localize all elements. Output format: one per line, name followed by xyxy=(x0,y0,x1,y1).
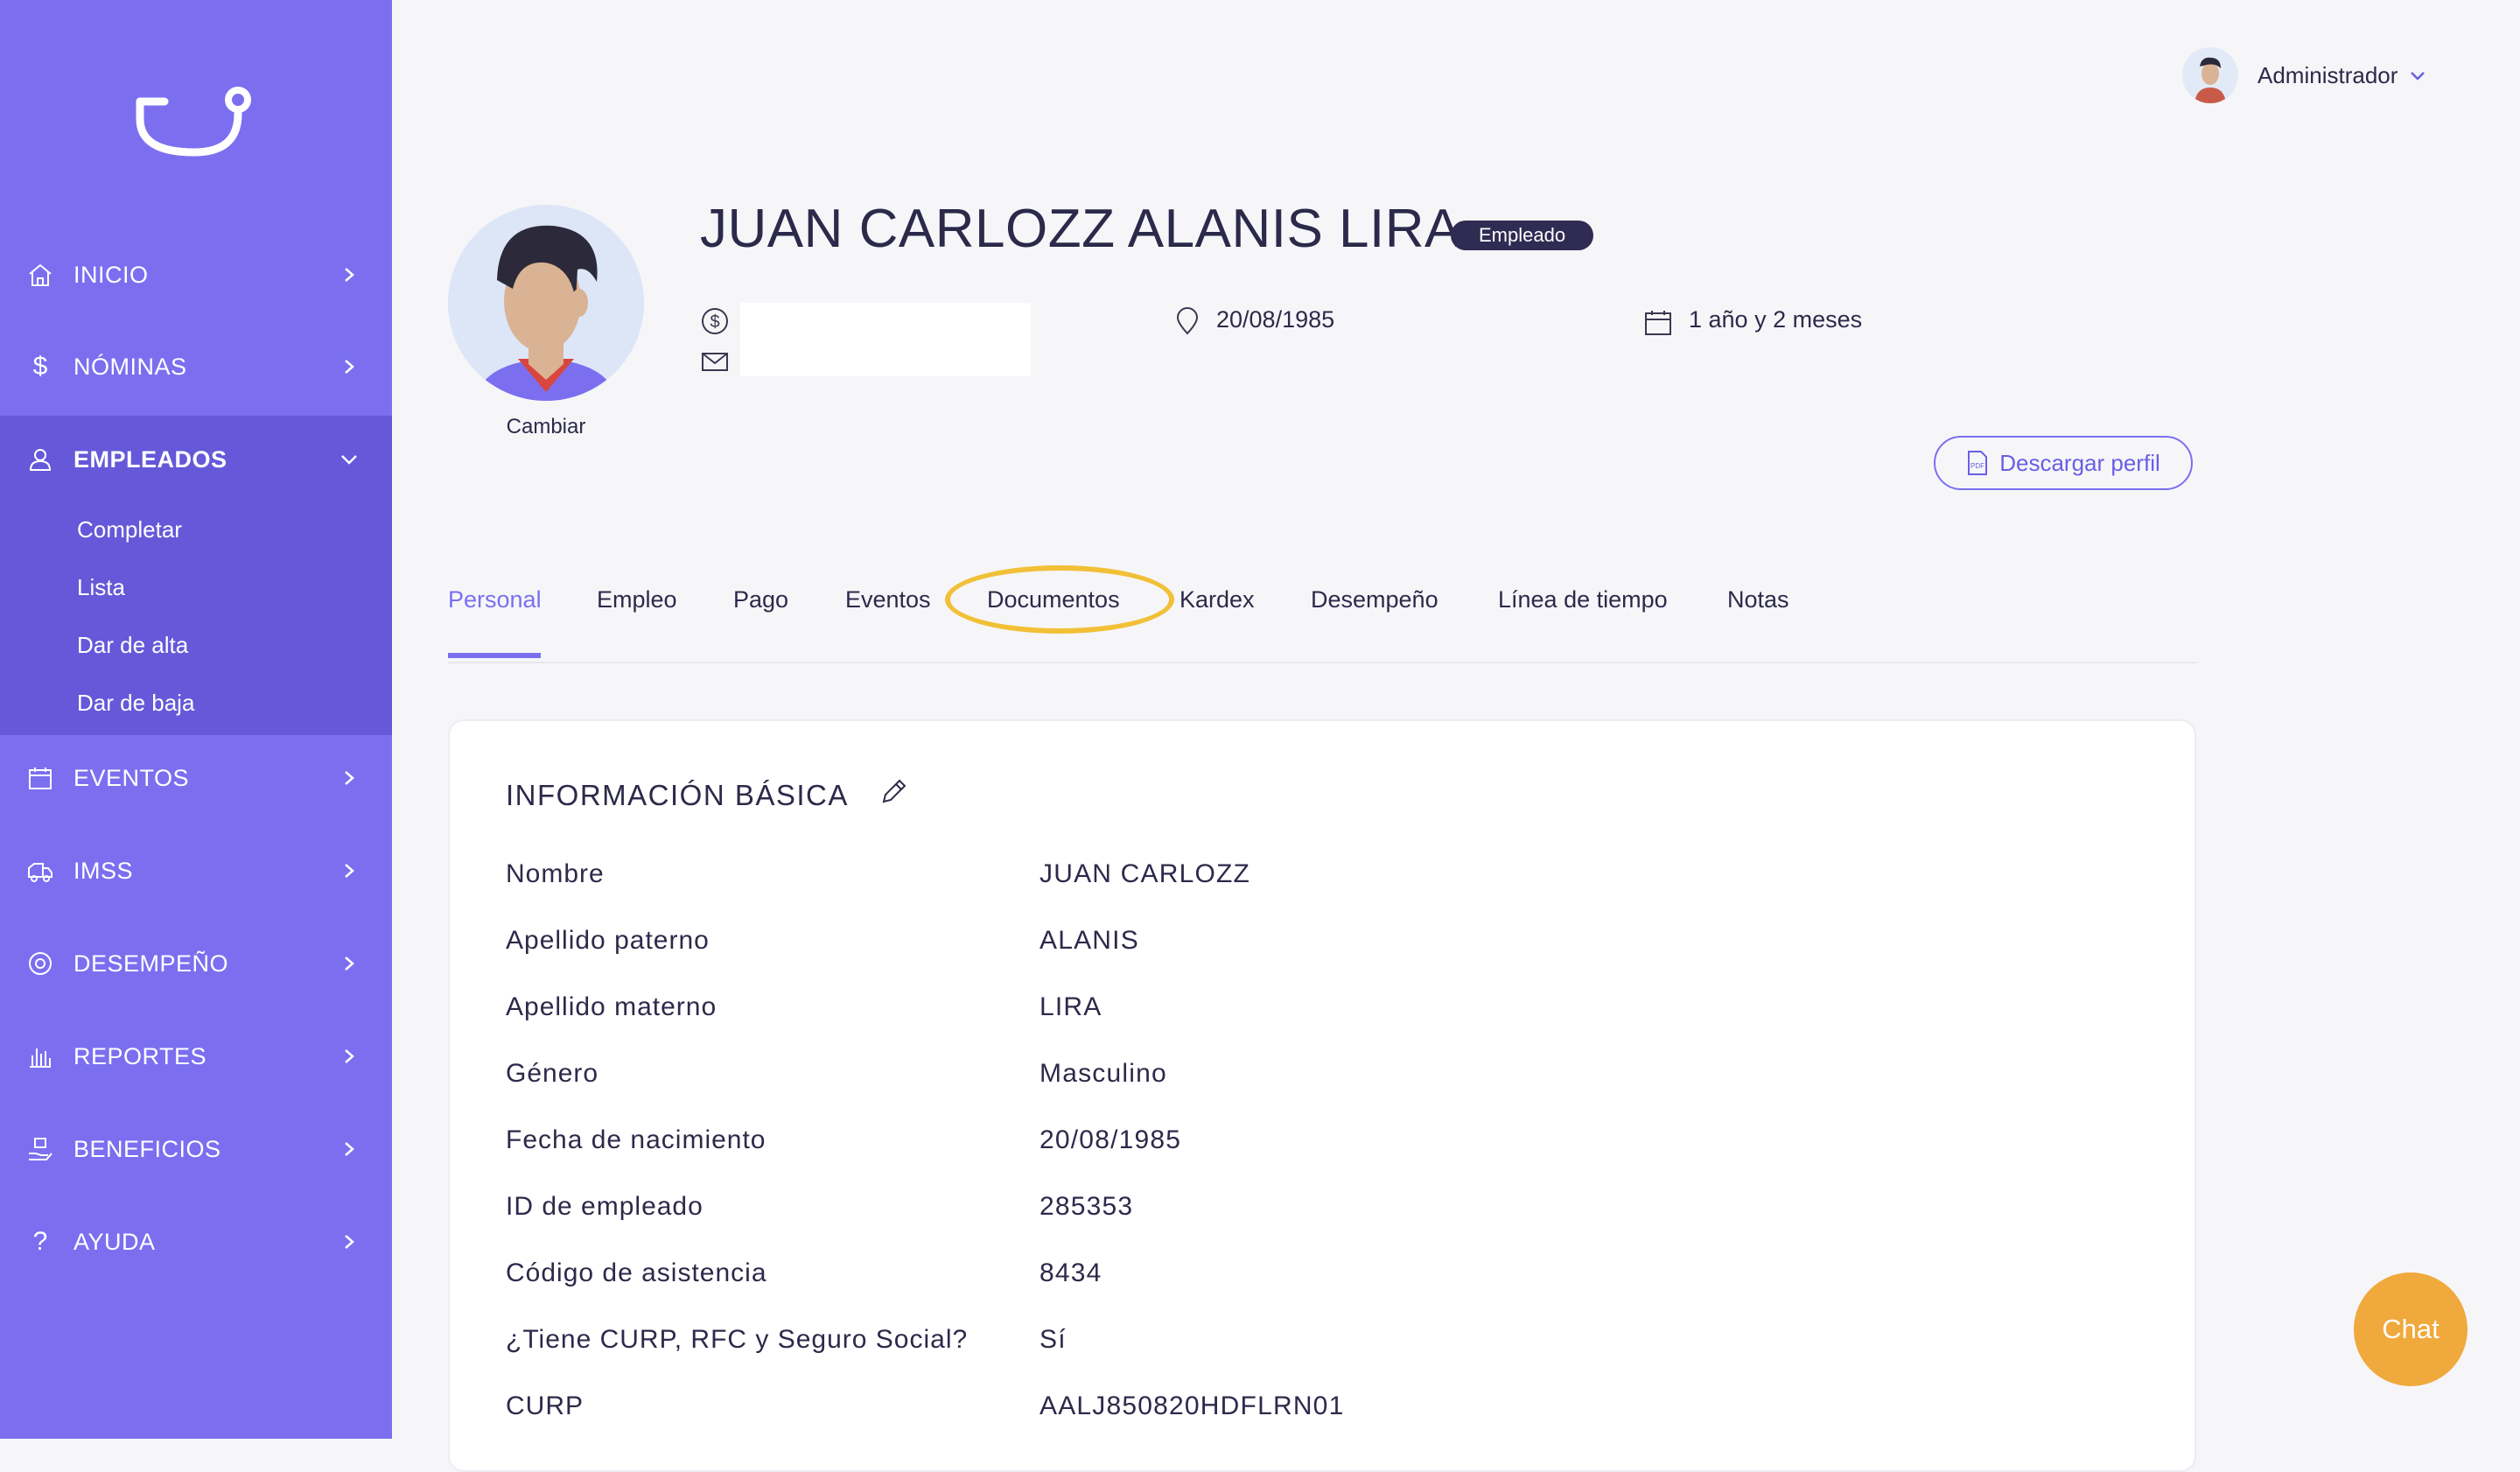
seniority: 1 año y 2 meses xyxy=(1689,306,1863,333)
nav-item-nominas[interactable]: $ NÓMINAS xyxy=(0,320,392,413)
field-label: ¿Tiene CURP, RFC y Seguro Social? xyxy=(506,1325,969,1354)
calendar-icon xyxy=(26,764,54,792)
basic-info-card: INFORMACIÓN BÁSICA Nombre JUAN CARLOZZ A… xyxy=(448,719,2196,1472)
email-icon xyxy=(702,353,728,371)
redacted-contact-box xyxy=(740,303,1031,376)
chevron-down-icon xyxy=(340,450,359,469)
profile-avatar[interactable] xyxy=(448,205,644,401)
tab-linea-de-tiempo[interactable]: Línea de tiempo xyxy=(1498,586,1668,613)
tab-eventos[interactable]: Eventos xyxy=(845,586,931,613)
active-tab-indicator xyxy=(448,653,541,658)
nav-item-ayuda[interactable]: ? AYUDA xyxy=(0,1195,392,1288)
nav-label: DESEMPEÑO xyxy=(74,950,229,977)
tab-pago[interactable]: Pago xyxy=(733,586,788,613)
change-photo-link[interactable]: Cambiar xyxy=(448,415,644,439)
avatar xyxy=(2182,47,2238,103)
field-value: Masculino xyxy=(1040,1059,1167,1088)
dollar-circle-icon: $ xyxy=(702,308,728,334)
field-value: 8434 xyxy=(1040,1258,1102,1287)
download-profile-button[interactable]: PDF Descargar perfil xyxy=(1934,436,2193,490)
chevron-right-icon xyxy=(340,861,359,880)
field-value: AALJ850820HDFLRN01 xyxy=(1040,1391,1345,1420)
question-icon: ? xyxy=(32,1227,48,1256)
nav-label: BENEFICIOS xyxy=(74,1135,221,1162)
field-value: Sí xyxy=(1040,1325,1067,1354)
nav-item-empleados[interactable]: EMPLEADOS xyxy=(0,413,392,506)
chevron-down-icon xyxy=(2411,72,2426,81)
nav-label: AYUDA xyxy=(74,1228,156,1255)
calendar-icon xyxy=(1645,311,1671,335)
pdf-file-icon: PDF xyxy=(1968,451,1988,475)
chevron-right-icon xyxy=(340,954,359,973)
field-value: ALANIS xyxy=(1040,926,1139,955)
nav-label: INICIO xyxy=(74,261,149,288)
sidebar-subitem-dar-de-alta[interactable]: Dar de alta xyxy=(77,632,188,659)
status-badge: Empleado xyxy=(1451,221,1594,250)
tab-personal[interactable]: Personal xyxy=(448,586,542,613)
page-title: JUAN CARLOZZ ALANIS LIRA xyxy=(700,199,1461,259)
location-pin-icon xyxy=(1176,307,1199,335)
profile-tabs: Personal Empleo Pago Eventos Documentos … xyxy=(448,560,2196,663)
chevron-right-icon xyxy=(340,265,359,284)
field-value: LIRA xyxy=(1040,992,1102,1021)
tab-documentos[interactable]: Documentos xyxy=(987,586,1120,613)
chevron-right-icon xyxy=(340,357,359,376)
field-label: ID de empleado xyxy=(506,1192,704,1221)
chevron-right-icon xyxy=(340,768,359,788)
sidebar-subitem-dar-de-baja[interactable]: Dar de baja xyxy=(77,690,194,717)
nav-item-desempeno[interactable]: DESEMPEÑO xyxy=(0,917,392,1010)
edit-pencil-icon[interactable] xyxy=(878,775,910,807)
field-value: 285353 xyxy=(1040,1192,1134,1221)
sidebar: INICIO $ NÓMINAS EMPLEADOS Completar Lis… xyxy=(0,0,392,1439)
user-menu[interactable]: Administrador xyxy=(2182,46,2427,105)
dollar-icon: $ xyxy=(32,352,48,381)
field-label: Apellido paterno xyxy=(506,926,710,955)
ambulance-icon xyxy=(26,857,54,885)
svg-text:$: $ xyxy=(710,312,719,332)
field-label: Fecha de nacimiento xyxy=(506,1125,766,1154)
section-title: INFORMACIÓN BÁSICA xyxy=(506,779,849,811)
nav-item-reportes[interactable]: REPORTES xyxy=(0,1010,392,1103)
user-icon xyxy=(26,445,54,473)
download-profile-label: Descargar perfil xyxy=(1999,449,2160,476)
tab-empleo[interactable]: Empleo xyxy=(597,586,677,613)
field-label: Nombre xyxy=(506,859,605,888)
sidebar-subitem-lista[interactable]: Lista xyxy=(77,574,125,601)
tab-kardex[interactable]: Kardex xyxy=(1180,586,1255,613)
chevron-right-icon xyxy=(340,1139,359,1159)
target-icon xyxy=(26,950,54,978)
home-icon xyxy=(26,261,54,289)
tab-desempeno[interactable]: Desempeño xyxy=(1311,586,1438,613)
bar-chart-icon xyxy=(26,1042,54,1070)
gift-hand-icon xyxy=(26,1135,54,1163)
birth-date: 20/08/1985 xyxy=(1216,306,1335,333)
nav-item-eventos[interactable]: EVENTOS xyxy=(0,732,392,824)
field-label: Apellido materno xyxy=(506,992,718,1021)
nav-label: EMPLEADOS xyxy=(74,445,228,473)
chevron-right-icon xyxy=(340,1047,359,1066)
user-name: Administrador xyxy=(2258,61,2398,88)
nav-item-beneficios[interactable]: BENEFICIOS xyxy=(0,1103,392,1195)
field-value: 20/08/1985 xyxy=(1040,1125,1182,1154)
chat-button[interactable]: Chat xyxy=(2354,1272,2468,1386)
chevron-right-icon xyxy=(340,1232,359,1251)
tab-notas[interactable]: Notas xyxy=(1727,586,1789,613)
field-value: JUAN CARLOZZ xyxy=(1040,859,1251,888)
app-logo[interactable] xyxy=(133,81,256,168)
sidebar-subitem-completar[interactable]: Completar xyxy=(77,516,182,543)
nav-label: REPORTES xyxy=(74,1042,207,1069)
nav-label: EVENTOS xyxy=(74,764,190,791)
nav-label: IMSS xyxy=(74,857,134,884)
nav-item-inicio[interactable]: INICIO xyxy=(0,228,392,321)
field-label: Código de asistencia xyxy=(506,1258,767,1287)
field-label: CURP xyxy=(506,1391,584,1420)
nav-item-imss[interactable]: IMSS xyxy=(0,824,392,917)
nav-label: NÓMINAS xyxy=(74,353,187,380)
svg-text:PDF: PDF xyxy=(1970,462,1984,470)
field-label: Género xyxy=(506,1059,599,1088)
